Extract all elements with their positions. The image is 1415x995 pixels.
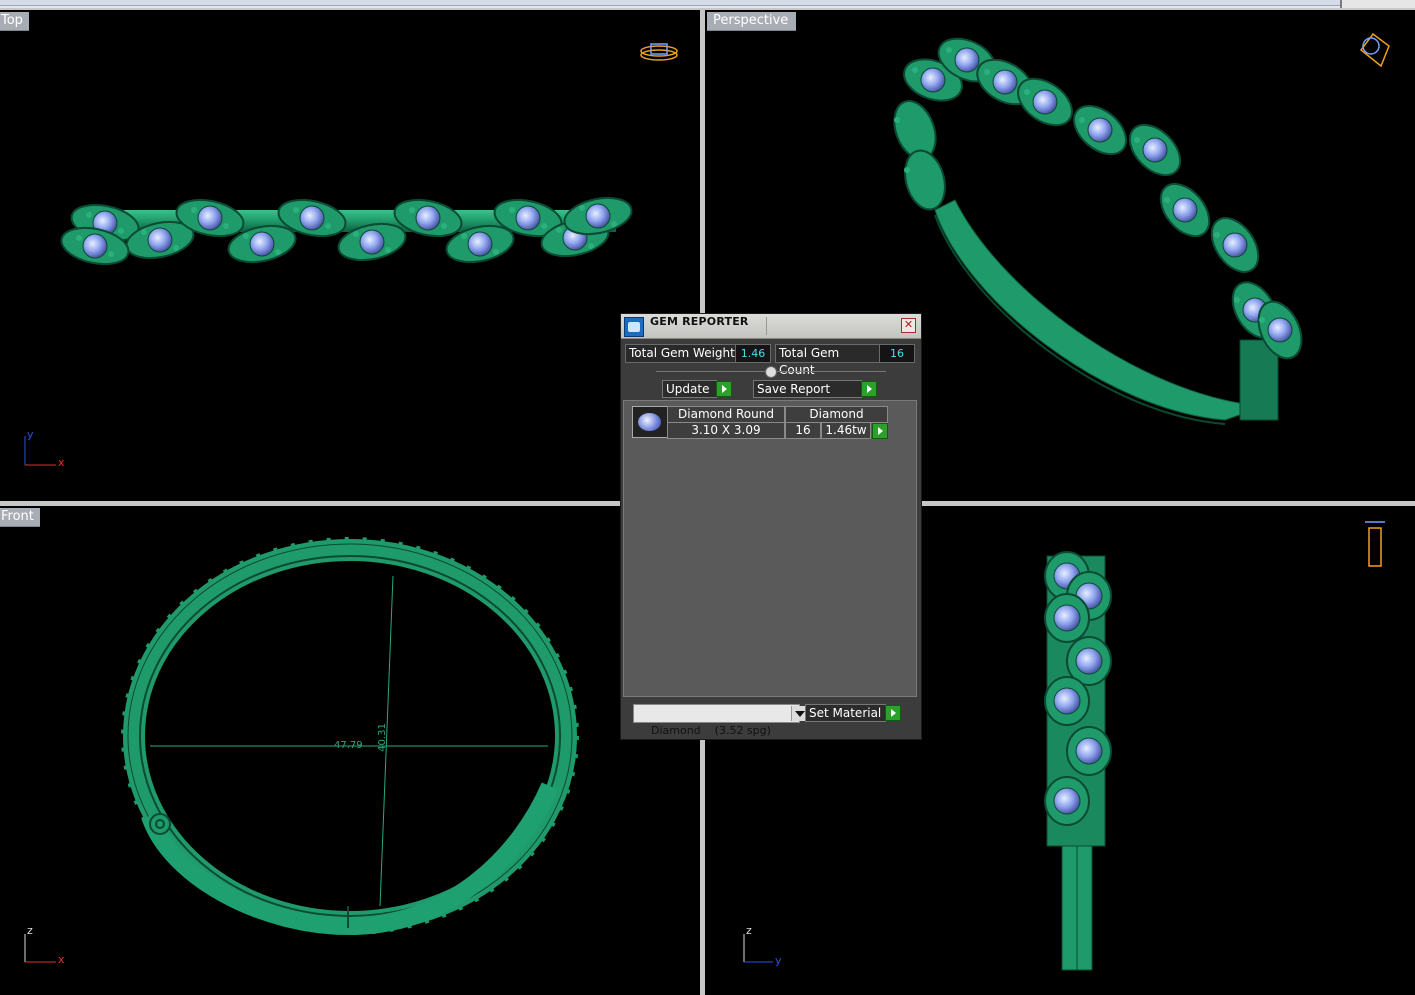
- gem-reporter-logo-icon: [624, 317, 644, 337]
- gem-reporter-title-bar[interactable]: GEM REPORTER ✕: [621, 314, 921, 339]
- title-bar-tick: [1340, 0, 1342, 8]
- gem-count-cell[interactable]: 16: [785, 422, 821, 439]
- ring-top-view: [60, 43, 678, 266]
- axis-x-label-front: x: [58, 953, 65, 966]
- update-button-label: Update: [666, 382, 710, 396]
- gem-reporter-title: GEM REPORTER: [650, 315, 749, 328]
- axis-y-label-right: y: [775, 954, 782, 967]
- leaf-setting-perspective: [1159, 182, 1211, 238]
- panel-splitter-handle[interactable]: [765, 366, 777, 378]
- leaf-setting-perspective: [1072, 104, 1128, 156]
- update-button[interactable]: Update: [662, 380, 717, 398]
- total-gem-count-label: Total Gem Count: [775, 344, 882, 377]
- set-material-button[interactable]: Set Material: [805, 704, 886, 722]
- leaf-setting-perspective: [904, 149, 946, 211]
- viewport-top[interactable]: Top y x: [0, 10, 700, 501]
- save-report-button[interactable]: Save Report: [753, 380, 862, 398]
- save-report-go-icon[interactable]: [861, 381, 877, 397]
- material-select[interactable]: Diamond (3.52 spg): [633, 704, 807, 737]
- axis-z-label: z: [27, 924, 33, 937]
- title-bar-edge: [0, 0, 1340, 6]
- viewport-front[interactable]: Front 47.79 40.31 z x: [0, 506, 700, 995]
- axis-z-label-right: z: [746, 924, 752, 937]
- dimension-height: 40.31: [376, 723, 388, 752]
- gem-reporter-panel: GEM REPORTER ✕ Total Gem Weight 1.46 Tot…: [620, 313, 922, 740]
- gem-row-go-icon[interactable]: [872, 423, 888, 439]
- axis-indicator-front: z x: [22, 924, 72, 966]
- gem-shape-cell[interactable]: Diamond Round: [667, 406, 785, 423]
- view-cube-icon-perspective: [1359, 32, 1390, 68]
- leaf-setting-perspective: [1210, 217, 1260, 273]
- save-report-button-label: Save Report: [757, 382, 831, 396]
- axis-indicator-top: y x: [22, 428, 72, 469]
- window-top-strip: [0, 0, 1415, 8]
- set-material-go-icon[interactable]: [885, 705, 901, 721]
- view-cube-icon: [640, 43, 678, 61]
- axis-y-label: y: [27, 428, 34, 441]
- dimension-width: 47.79: [334, 740, 363, 751]
- gem-list[interactable]: Diamond Round Diamond 3.10 X 3.09 16 1.4…: [623, 400, 917, 697]
- leaf-setting-perspective: [1128, 123, 1182, 177]
- total-gem-weight-value: 1.46: [735, 344, 771, 363]
- axis-indicator-right: z y: [741, 924, 791, 967]
- total-gem-count-value: 16: [879, 344, 915, 363]
- gem-weight-cell[interactable]: 1.46tw: [821, 422, 871, 439]
- view-cube-icon-right: [1365, 521, 1385, 567]
- gem-material-cell[interactable]: Diamond: [785, 406, 888, 423]
- axis-x-label: x: [58, 456, 65, 469]
- set-material-button-label: Set Material: [809, 706, 882, 720]
- update-go-icon[interactable]: [716, 381, 732, 397]
- round-diamond-thumbnail-icon[interactable]: [632, 406, 668, 438]
- total-gem-weight-label: Total Gem Weight: [625, 344, 739, 363]
- gem-size-cell[interactable]: 3.10 X 3.09: [667, 422, 785, 439]
- close-icon[interactable]: ✕: [901, 318, 916, 333]
- title-separator: [766, 317, 767, 335]
- material-select-value: Diamond (3.52 spg): [651, 724, 771, 737]
